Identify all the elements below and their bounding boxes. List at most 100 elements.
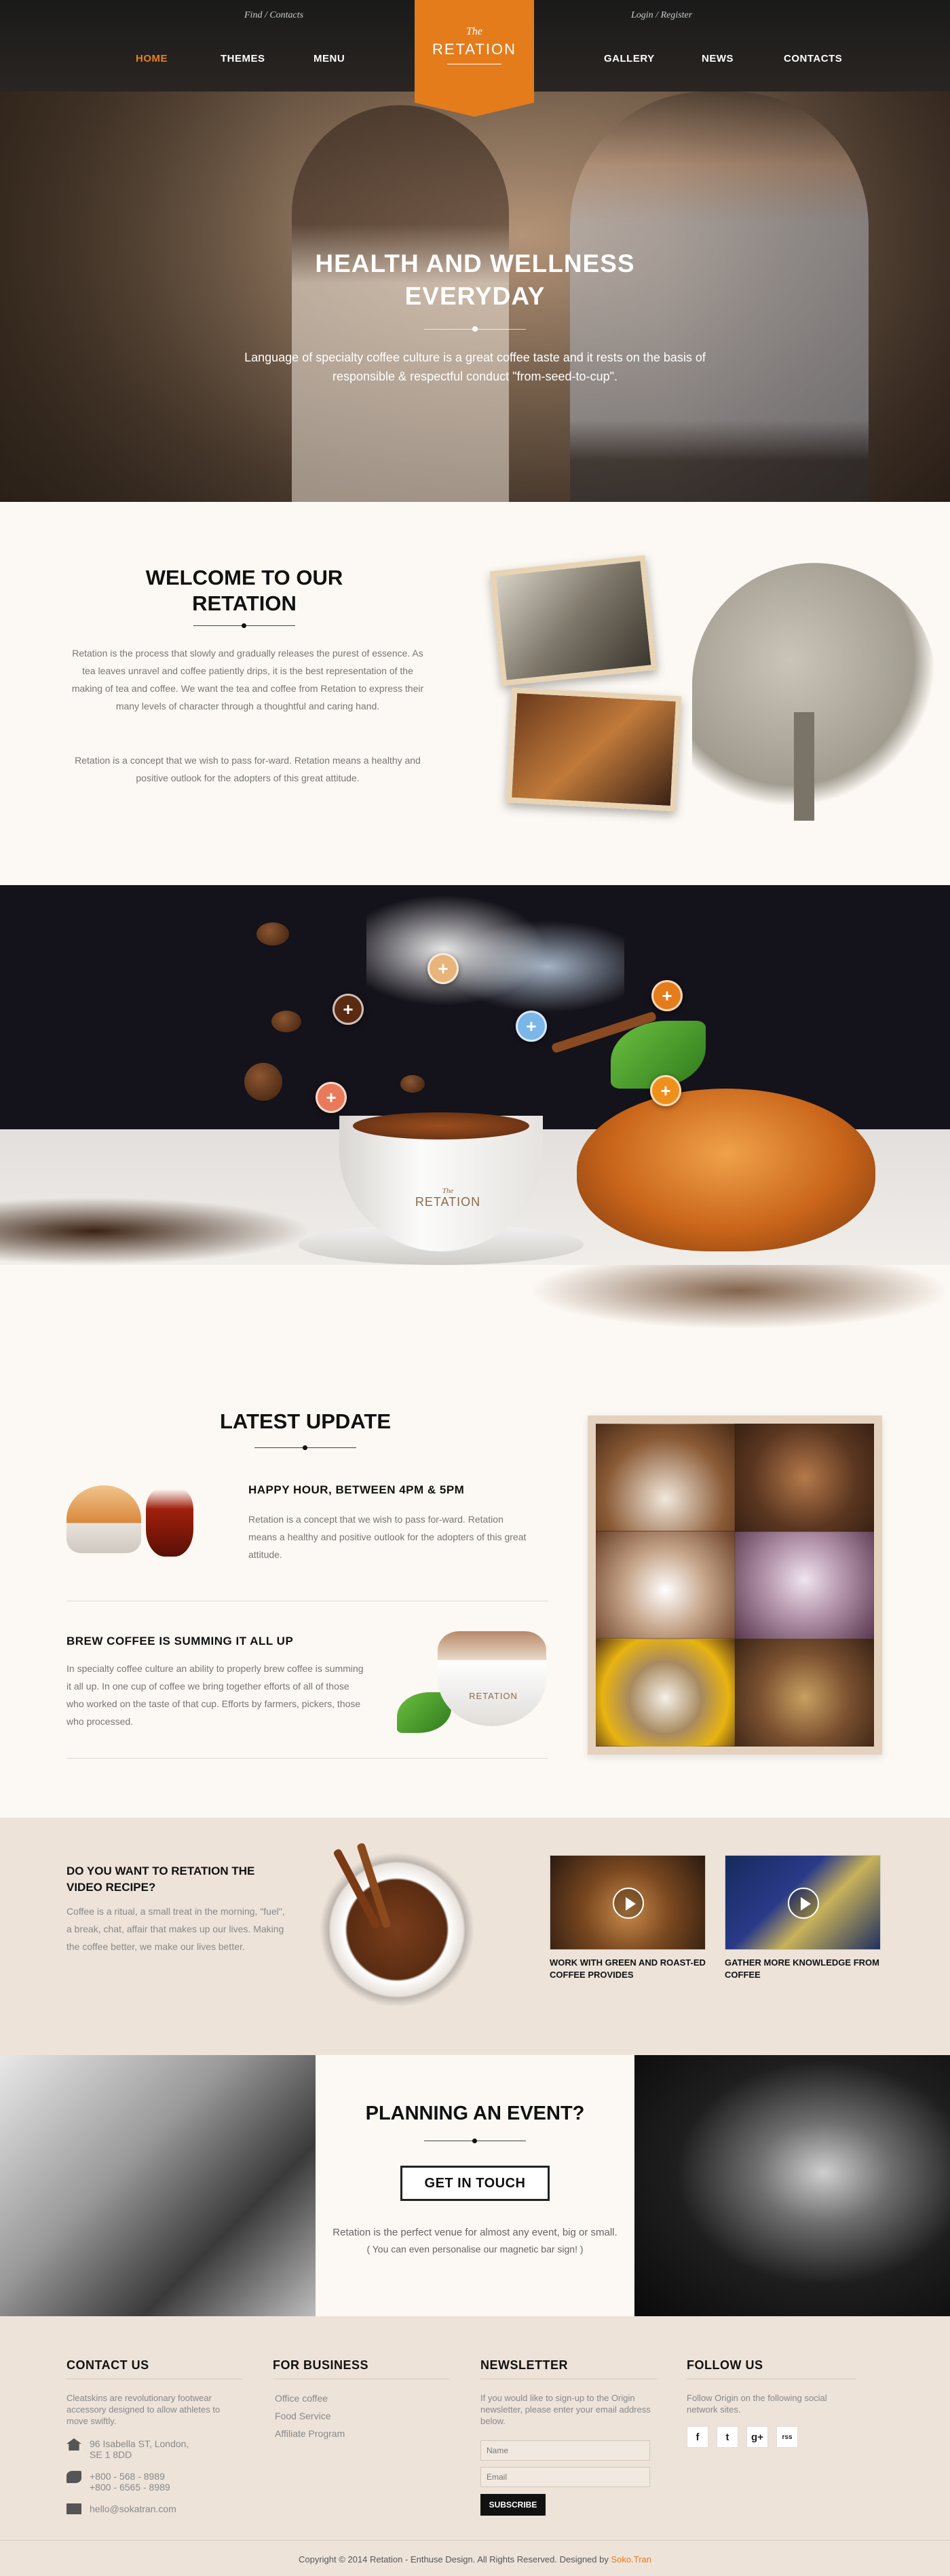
welcome-paragraph-1: Retation is the process that slowly and … [71,648,424,711]
newsletter-name-input[interactable] [480,2440,650,2461]
email-link[interactable]: hello@sokatran.com [90,2503,176,2514]
nav-contacts[interactable]: CONTACTS [784,53,842,64]
link-affiliate-program[interactable]: Affiliate Program [275,2425,345,2442]
site-logo[interactable]: The RETATION [415,0,534,117]
home-icon [66,2438,81,2451]
collage-photo-latte [596,1531,735,1639]
chocolate-truffle [244,1063,282,1101]
hotspot-truffle[interactable]: + [316,1082,347,1113]
newsletter-text: If you would like to sign-up to the Orig… [480,2393,651,2426]
video-title: DO YOU WANT TO RETATION THE VIDEO RECIPE… [66,1865,255,1894]
post-2-title[interactable]: BREW COFFEE IS SUMMING IT ALL UP [66,1635,293,1648]
post-1-title[interactable]: HAPPY HOUR, BETWEEN 4PM & 5PM [248,1483,464,1497]
site-footer: CONTACT US Cleatskins are revolutionary … [0,2316,950,2576]
hotspot-mint[interactable]: + [650,1075,681,1106]
footer-bottom-divider [0,2540,950,2541]
footer-phones: +800 - 568 - 8989 +800 - 6565 - 8989 [66,2471,170,2493]
tea-glass-image [146,1489,193,1557]
footer-newsletter-title: NEWSLETTER [480,2358,568,2372]
find-contacts-link[interactable]: Find / Contacts [244,10,303,21]
hero-title-line1: HEALTH AND WELLNESS [315,250,635,277]
google-plus-icon[interactable]: g+ [746,2426,768,2448]
play-icon[interactable] [788,1888,819,1919]
follow-text: Follow Origin on the following social ne… [687,2393,827,2415]
subscribe-button[interactable]: SUBSCRIBE [480,2494,546,2516]
hero-text: Language of specialty coffee culture is … [244,351,706,383]
address-line-2: SE 1 8DD [90,2449,132,2460]
event-section: PLANNING AN EVENT? GET IN TOUCH Retation… [0,2055,950,2316]
latest-update-title: LATEST UPDATE [219,1409,391,1433]
vintage-photo-cafe [489,555,658,686]
social-icons: f t g+ rss [687,2426,798,2448]
event-photo-baristas [0,2055,316,2316]
video-caption-2[interactable]: GATHER MORE KNOWLEDGE FROM COFFEE [725,1957,881,1981]
tree-trunk [794,712,814,821]
nav-themes[interactable]: THEMES [221,53,265,64]
hotspot-water[interactable]: + [516,1011,547,1042]
hero-title: HEALTH AND WELLNESS EVERYDAY [271,248,679,313]
cup-logo: The RETATION [407,1187,489,1209]
address-line-1: 96 Isabella ST, London, [90,2438,189,2449]
ingredients-showcase: The RETATION + + + + + + [0,885,950,1265]
video-thumbnail-roasting[interactable] [550,1855,706,1950]
hero-slider: HEALTH AND WELLNESS EVERYDAY Language of… [0,92,950,502]
welcome-section: WELCOME TO OUR RETATION Retation is the … [0,502,950,885]
link-food-service[interactable]: Food Service [275,2407,345,2425]
hotspot-milk[interactable]: + [428,953,459,984]
footer-email: hello@sokatran.com [66,2503,176,2514]
post-separator [66,1758,548,1759]
cup-logo-name: RETATION [415,1195,481,1209]
event-text-line1: Retation is the perfect venue for almost… [332,2227,618,2238]
scattered-beans [529,1265,950,1329]
envelope-icon [66,2503,81,2514]
muffin-image [66,1485,141,1553]
coffee-bean-icon [256,922,289,945]
play-icon[interactable] [613,1888,644,1919]
nav-news[interactable]: NEWS [702,53,734,64]
collage-photo-tea-set [735,1639,874,1746]
copyright-text: Copyright © 2014 Retation - Enthuse Desi… [298,2554,609,2564]
logo-name: RETATION [432,41,516,58]
video-recipe-section: DO YOU WANT TO RETATION THE VIDEO RECIPE… [0,1818,950,2055]
rss-icon[interactable]: rss [776,2426,798,2448]
collage-photo-espresso [596,1639,735,1746]
nav-home[interactable]: HOME [136,53,168,64]
milk-splash [366,885,624,1048]
hotspot-spices[interactable]: + [651,980,683,1011]
facebook-icon[interactable]: f [687,2426,708,2448]
video-caption-1[interactable]: WORK WITH GREEN AND ROAST-ED COFFEE PROV… [550,1957,706,1981]
welcome-title: WELCOME TO OUR RETATION [145,566,343,615]
cappuccino-image [438,1631,546,1726]
cup-logo-the: The [442,1187,454,1195]
collage-photo-teapot [735,1424,874,1531]
cappuccino-cup-logo: RETATION [469,1691,518,1701]
footer-contact-text: Cleatskins are revolutionary footwear ac… [66,2393,221,2426]
business-links: Office coffee Food Service Affiliate Pro… [275,2389,345,2442]
phone-2[interactable]: +800 - 6565 - 8989 [90,2482,170,2493]
collage-photo-glass [735,1531,874,1639]
coffee-bean-icon [400,1075,425,1093]
coffee-beans-pile [0,1197,312,1265]
link-office-coffee[interactable]: Office coffee [275,2389,345,2407]
footer-business-title: FOR BUSINESS [273,2358,369,2372]
event-divider-dot [472,2139,477,2143]
nav-menu[interactable]: MENU [314,53,345,64]
get-in-touch-button[interactable]: GET IN TOUCH [400,2166,550,2201]
nav-gallery[interactable]: GALLERY [604,53,655,64]
logo-the: The [466,26,482,37]
event-photo-man [634,2055,950,2316]
phone-icon [66,2471,81,2483]
twitter-icon[interactable]: t [717,2426,738,2448]
designer-link[interactable]: Soko.Tran [611,2554,652,2564]
footer-follow-title: FOLLOW US [687,2358,763,2372]
coffee-surface [353,1112,529,1139]
event-text: Retation is the perfect venue for almost… [332,2225,618,2257]
croissant [577,1089,875,1251]
hotspot-coffee-bean[interactable]: + [332,994,364,1025]
video-thumbnail-knowledge[interactable] [725,1855,881,1950]
login-register-link[interactable]: Login / Register [631,10,692,21]
newsletter-email-input[interactable] [480,2467,650,2487]
coffee-bean-icon [271,1011,301,1032]
post-2-text: In specialty coffee culture an ability t… [66,1663,364,1727]
phone-1[interactable]: +800 - 568 - 8989 [90,2471,170,2482]
